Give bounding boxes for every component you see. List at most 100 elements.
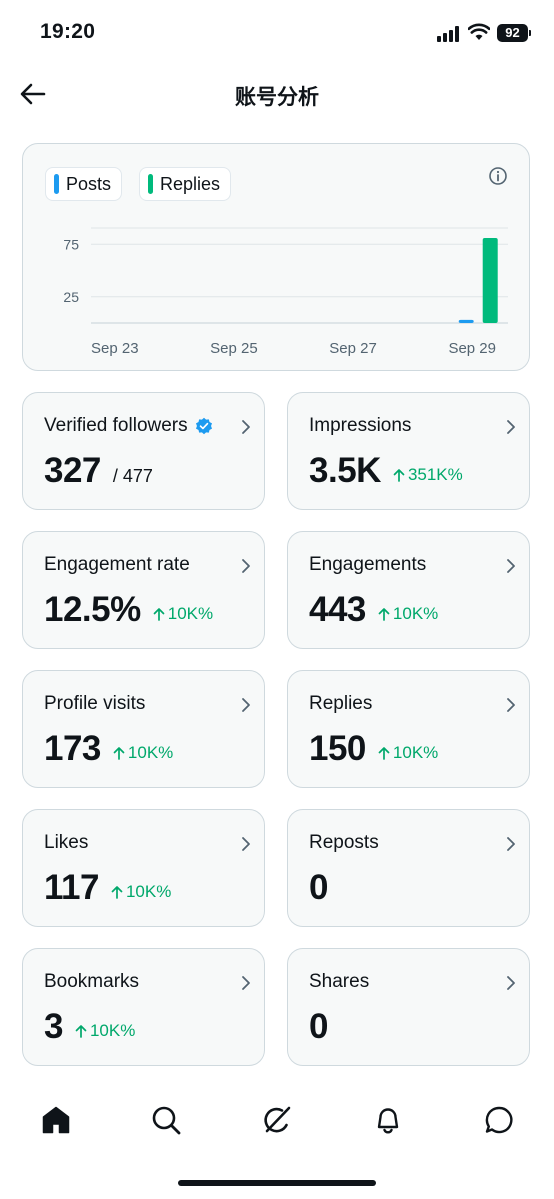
search-icon xyxy=(152,1106,181,1135)
metric-card-profile-visits[interactable]: Profile visits 173 10K% xyxy=(22,670,265,788)
chevron-right-icon xyxy=(507,559,515,573)
metric-value-row: 0 xyxy=(309,868,328,908)
metric-value-row: 3.5K 351K% xyxy=(309,451,463,491)
nav-grok[interactable] xyxy=(261,1104,293,1136)
bar-posts-sep-29[interactable] xyxy=(458,319,474,323)
metric-card-engagement-rate[interactable]: Engagement rate 12.5% 10K% xyxy=(22,531,265,649)
metric-change: 10K% xyxy=(378,743,438,763)
nav-search[interactable] xyxy=(150,1104,182,1136)
arrow-up-icon xyxy=(378,747,390,760)
metric-label: Profile visits xyxy=(44,693,145,715)
header: 账号分析 xyxy=(0,64,554,124)
metric-change: 10K% xyxy=(75,1021,135,1041)
metric-value: 0 xyxy=(309,868,328,907)
status-bar: 19:20 92 xyxy=(0,0,554,64)
metric-label-text: Replies xyxy=(309,693,373,714)
battery-icon: 92 xyxy=(497,24,528,42)
metric-change: 10K% xyxy=(378,604,438,624)
home-indicator xyxy=(178,1180,376,1186)
metric-change: 10K% xyxy=(153,604,213,624)
grok-icon xyxy=(264,1106,291,1133)
metric-card-bookmarks[interactable]: Bookmarks 3 10K% xyxy=(22,948,265,1066)
home-icon xyxy=(42,1106,70,1134)
metric-value-row: 443 10K% xyxy=(309,590,438,630)
bar-replies-sep-29[interactable] xyxy=(482,237,498,323)
metric-value: 150 xyxy=(309,729,366,768)
metric-label-text: Likes xyxy=(44,832,89,853)
page-title: 账号分析 xyxy=(235,86,319,109)
metric-card-reposts[interactable]: Reposts 0 xyxy=(287,809,530,927)
metric-card-engagements[interactable]: Engagements 443 10K% xyxy=(287,531,530,649)
metric-value: 12.5% xyxy=(44,590,141,629)
metric-label: Bookmarks xyxy=(44,971,139,993)
status-time: 19:20 xyxy=(40,20,96,43)
metric-label-text: Engagement rate xyxy=(44,554,190,575)
metric-change-value: 10K% xyxy=(125,882,172,901)
metric-value: 173 xyxy=(44,729,101,768)
metric-card-impressions[interactable]: Impressions 3.5K 351K% xyxy=(287,392,530,510)
wifi-icon xyxy=(468,23,490,40)
x-tick-label: Sep 29 xyxy=(448,340,496,357)
chevron-right-icon xyxy=(507,837,515,851)
arrow-up-icon xyxy=(75,1025,87,1038)
chevron-right-icon xyxy=(242,698,250,712)
metric-change-value: 10K% xyxy=(89,1021,136,1040)
metric-change-value: 351K% xyxy=(407,465,463,484)
metric-change: 351K% xyxy=(393,465,463,485)
metric-value: 327 xyxy=(44,451,101,490)
metric-label: Replies xyxy=(309,693,372,715)
battery-tip xyxy=(529,30,531,36)
arrow-up-icon xyxy=(111,886,123,899)
metric-label: Engagements xyxy=(309,554,426,576)
metric-label: Shares xyxy=(309,971,369,993)
arrow-up-icon xyxy=(393,469,405,482)
metric-label: Verified followers xyxy=(44,415,213,437)
metric-change: 10K% xyxy=(111,882,171,902)
chevron-right-icon xyxy=(242,420,250,434)
cellular-signal-icon xyxy=(437,26,462,42)
x-tick-label: Sep 23 xyxy=(91,340,139,357)
metric-value: 3.5K xyxy=(309,451,381,490)
nav-messages[interactable] xyxy=(483,1104,515,1136)
metric-card-shares[interactable]: Shares 0 xyxy=(287,948,530,1066)
y-tick-label: 25 xyxy=(63,289,79,305)
metric-card-verified-followers[interactable]: Verified followers 327 / 477 xyxy=(22,392,265,510)
metric-label-text: Shares xyxy=(309,971,370,992)
chevron-right-icon xyxy=(242,976,250,990)
metric-value-row: 327 / 477 xyxy=(44,451,153,491)
arrow-up-icon xyxy=(378,608,390,621)
x-tick-label: Sep 27 xyxy=(329,340,377,357)
metric-change-value: 10K% xyxy=(392,743,439,762)
bell-icon xyxy=(377,1108,399,1134)
metric-label-text: Reposts xyxy=(309,832,379,853)
metric-label: Engagement rate xyxy=(44,554,190,576)
metric-label-text: Bookmarks xyxy=(44,971,140,992)
metric-value-row: 150 10K% xyxy=(309,729,438,769)
bar-chart: 75 25 Sep 23 Sep 25 Sep 27 Sep 29 xyxy=(63,227,508,357)
metric-change-value: 10K% xyxy=(167,604,214,623)
metric-card-replies[interactable]: Replies 150 10K% xyxy=(287,670,530,788)
metric-value-row: 0 xyxy=(309,1007,328,1047)
y-tick-label: 75 xyxy=(63,236,79,252)
messages-icon xyxy=(485,1106,513,1134)
chevron-right-icon xyxy=(242,837,250,851)
metric-label-text: Profile visits xyxy=(44,693,146,714)
metric-value: 443 xyxy=(309,590,366,629)
metric-value-row: 173 10K% xyxy=(44,729,173,769)
metric-card-likes[interactable]: Likes 117 10K% xyxy=(22,809,265,927)
metric-label-text: Verified followers xyxy=(44,415,188,436)
metric-value: 3 xyxy=(44,1007,63,1046)
metric-label: Impressions xyxy=(309,415,411,437)
verified-badge-icon xyxy=(195,417,212,435)
chevron-right-icon xyxy=(507,976,515,990)
arrow-up-icon xyxy=(153,608,165,621)
metric-label-text: Engagements xyxy=(309,554,427,575)
metric-value-row: 12.5% 10K% xyxy=(44,590,213,630)
chevron-right-icon xyxy=(507,698,515,712)
metric-label: Likes xyxy=(44,832,88,854)
nav-home[interactable] xyxy=(40,1104,72,1136)
metric-label-text: Impressions xyxy=(309,415,412,436)
chevron-right-icon xyxy=(507,420,515,434)
metric-label: Reposts xyxy=(309,832,379,854)
nav-notifications[interactable] xyxy=(372,1104,404,1136)
